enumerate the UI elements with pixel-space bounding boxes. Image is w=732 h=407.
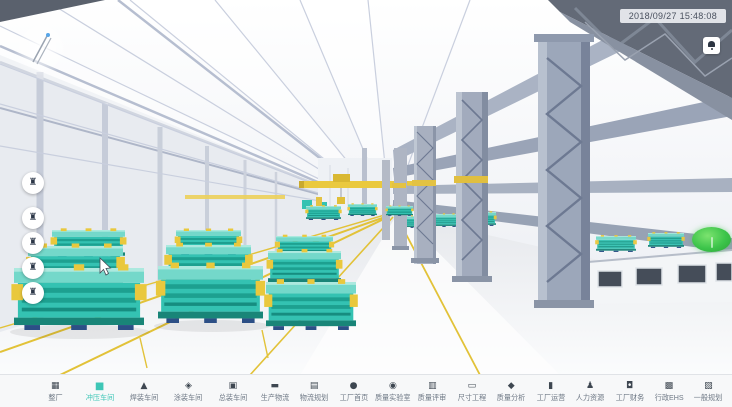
scene-3d (0, 0, 732, 375)
timestamp: 2018/09/27 15:48:08 (620, 9, 726, 23)
machine-marker-button-4[interactable]: ♜ (22, 257, 44, 279)
workshop-nav-group: ▦ 整厂 ■ 冲压车间 ▲ 焊装车间 ◈ 涂装车间 ▣ 总装车间 (0, 375, 255, 407)
whole-plant-icon: ▦ (51, 381, 60, 392)
toolbar-item-admin-ehs[interactable]: ▩ 行政EHS (649, 375, 688, 407)
bottom-toolbar: ▦ 整厂 ■ 冲压车间 ▲ 焊装车间 ◈ 涂装车间 ▣ 总装车间 ▬ (0, 374, 732, 407)
toolbar-item-general-planning[interactable]: ▧ 一般规划 (689, 375, 728, 407)
admin-ehs-icon: ▩ (665, 381, 674, 392)
press-machine-icon: ♜ (29, 212, 38, 223)
toolbar-item-quality-lab[interactable]: ◉ 质量实验室 (373, 375, 412, 407)
toolbar-item-painting-workshop[interactable]: ◈ 涂装车间 (166, 375, 210, 407)
toolbar-item-label: 焊装车间 (130, 393, 159, 402)
toolbar-item-label: 物流规划 (300, 393, 329, 402)
logistics-truck-icon: ▬ (270, 381, 279, 392)
notification-button[interactable] (703, 37, 720, 54)
toolbar-item-label: 总装车间 (219, 393, 248, 402)
quality-review-icon: ▥ (428, 381, 437, 392)
toolbar-item-human-resources[interactable]: ♟ 人力资源 (570, 375, 609, 407)
toolbar-item-label: 涂装车间 (174, 393, 203, 402)
dimension-engineering-icon: ▭ (468, 381, 477, 392)
machine-marker-button-3[interactable]: ♜ (22, 232, 44, 254)
toolbar-item-label: 工厂财务 (615, 393, 644, 402)
toolbar-item-factory-home[interactable]: ● 工厂首页 (334, 375, 373, 407)
light-glow-icon (13, 20, 69, 76)
press-machine-icon: ♜ (29, 287, 38, 298)
quality-lab-icon: ◉ (389, 381, 397, 392)
toolbar-item-label: 行政EHS (654, 393, 683, 402)
green-status-marker[interactable] (692, 227, 731, 252)
toolbar-item-quality-review[interactable]: ▥ 质量评审 (413, 375, 452, 407)
toolbar-item-label: 人力资源 (576, 393, 605, 402)
quality-analysis-icon: ◆ (508, 381, 515, 392)
machine-marker-button-5[interactable]: ♜ (22, 282, 44, 304)
module-nav-group: ▬ 生产物流 ▤ 物流规划 ● 工厂首页 ◉ 质量实验室 ▥ 质量评审 ▭ 尺寸… (255, 375, 732, 407)
toolbar-item-factory-operations[interactable]: ▮ 工厂运营 (531, 375, 570, 407)
toolbar-item-label: 整厂 (48, 393, 62, 402)
toolbar-item-assembly-workshop[interactable]: ▣ 总装车间 (211, 375, 255, 407)
toolbar-item-label: 生产物流 (260, 393, 289, 402)
painting-workshop-icon: ◈ (185, 381, 192, 392)
viewport-3d[interactable] (0, 0, 732, 375)
press-machine-icon: ♜ (29, 177, 38, 188)
toolbar-item-label: 一般规划 (694, 393, 723, 402)
factory-home-icon: ● (350, 381, 358, 392)
factory-operations-icon: ▮ (548, 381, 553, 392)
toolbar-item-dimension-engineering[interactable]: ▭ 尺寸工程 (452, 375, 491, 407)
toolbar-item-factory-finance[interactable]: ◘ 工厂财务 (610, 375, 649, 407)
toolbar-item-production-logistics[interactable]: ▬ 生产物流 (255, 375, 294, 407)
status-marker-glyph (711, 237, 713, 248)
app-root: 2018/09/27 15:48:08 ♜ ♜ ♜ ♜ ♜ ▦ 整厂 ■ 冲压车… (0, 0, 732, 407)
toolbar-item-logistics-planning[interactable]: ▤ 物流规划 (294, 375, 333, 407)
factory-finance-icon: ◘ (626, 381, 633, 392)
toolbar-item-whole-plant[interactable]: ▦ 整厂 (33, 375, 77, 407)
press-machine-icon: ♜ (29, 262, 38, 273)
toolbar-item-label: 工厂运营 (536, 393, 565, 402)
assembly-workshop-icon: ▣ (229, 381, 238, 392)
welding-workshop-icon: ▲ (141, 381, 148, 392)
toolbar-item-label: 冲压车间 (85, 393, 114, 402)
toolbar-item-label: 质量实验室 (375, 393, 411, 402)
press-machine-icon: ♜ (29, 237, 38, 248)
general-planning-icon: ▧ (704, 381, 713, 392)
toolbar-item-label: 尺寸工程 (458, 393, 487, 402)
toolbar-item-welding-workshop[interactable]: ▲ 焊装车间 (122, 375, 166, 407)
toolbar-item-quality-analysis[interactable]: ◆ 质量分析 (492, 375, 531, 407)
toolbar-item-stamping-workshop[interactable]: ■ 冲压车间 (77, 375, 121, 407)
stamping-workshop-icon: ■ (95, 381, 104, 392)
human-resources-icon: ♟ (586, 381, 594, 392)
machine-marker-button-2[interactable]: ♜ (22, 207, 44, 229)
toolbar-item-label: 质量分析 (497, 393, 526, 402)
toolbar-item-label: 质量评审 (418, 393, 447, 402)
logistics-planning-icon: ▤ (310, 381, 319, 392)
toolbar-item-label: 工厂首页 (339, 393, 368, 402)
bell-icon (708, 41, 715, 47)
machine-marker-button-1[interactable]: ♜ (22, 172, 44, 194)
